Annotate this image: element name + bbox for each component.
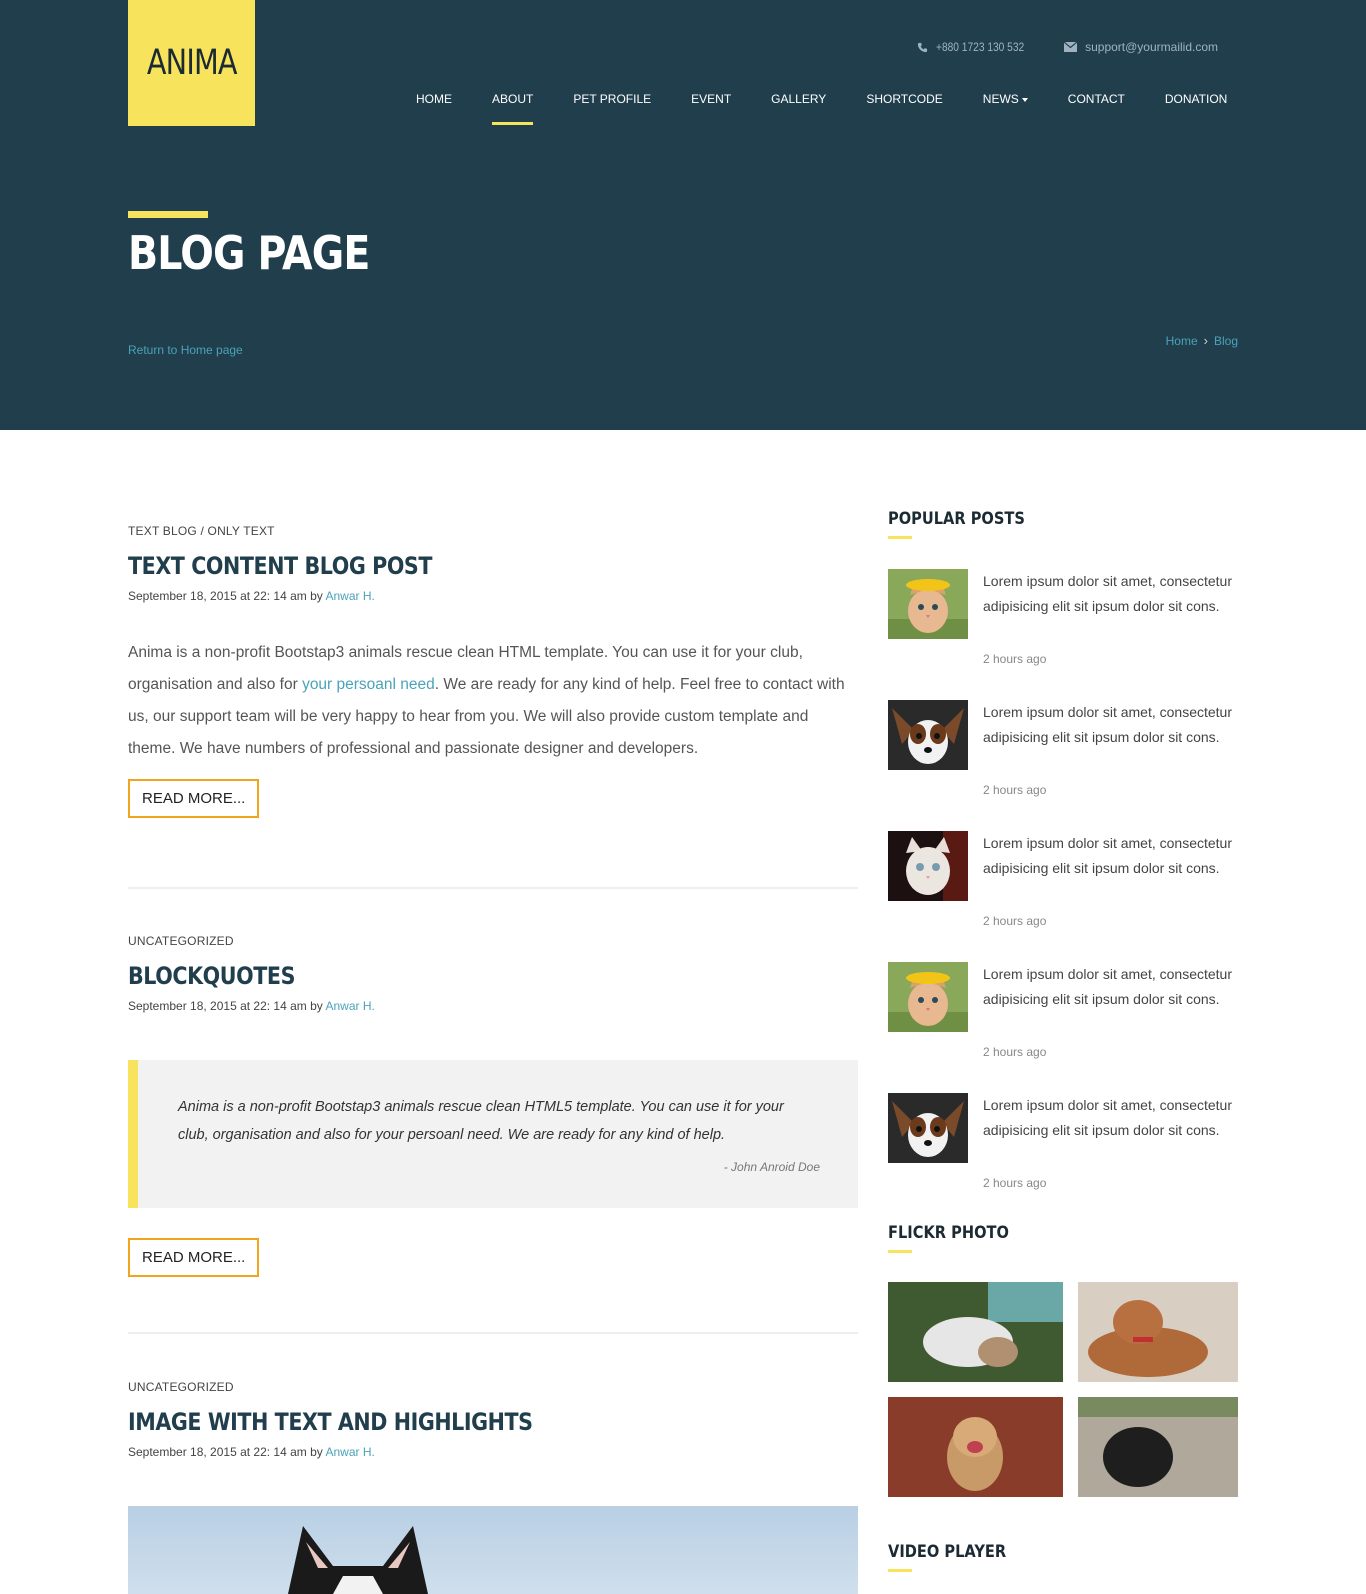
nav-home[interactable]: HOME — [416, 92, 452, 128]
post-featured-image[interactable] — [128, 1506, 858, 1594]
flickr-photo[interactable] — [1078, 1282, 1238, 1382]
popular-post-text[interactable]: Lorem ipsum dolor sit amet, consectetur … — [983, 831, 1233, 881]
post-author[interactable]: Anwar H. — [325, 999, 374, 1013]
popular-post-item[interactable]: Lorem ipsum dolor sit amet, consectetur … — [888, 700, 1233, 810]
breadcrumb-home[interactable]: Home — [1166, 334, 1198, 348]
dog-thumbnail[interactable] — [888, 700, 968, 770]
contact-email[interactable]: support@yourmailid.com — [1064, 40, 1218, 54]
post-author[interactable]: Anwar H. — [325, 1445, 374, 1459]
logo-text: ANIMA — [146, 43, 238, 83]
post-date: September 18, 2015 at 22: 14 am by — [128, 999, 323, 1013]
post-meta: September 18, 2015 at 22: 14 am by Anwar… — [128, 589, 858, 603]
popular-post-time: 2 hours ago — [983, 914, 1047, 928]
popular-post-text[interactable]: Lorem ipsum dolor sit amet, consectetur … — [983, 569, 1233, 619]
popular-post-item[interactable]: Lorem ipsum dolor sit amet, consectetur … — [888, 962, 1233, 1072]
popular-post-item[interactable]: Lorem ipsum dolor sit amet, consectetur … — [888, 831, 1233, 941]
nav-about[interactable]: ABOUT — [492, 92, 534, 128]
post-date: September 18, 2015 at 22: 14 am by — [128, 1445, 323, 1459]
popular-post-time: 2 hours ago — [983, 1045, 1047, 1059]
popular-posts-title: POPULAR POSTS — [888, 509, 1025, 529]
read-more-button[interactable]: READ MORE... — [128, 779, 260, 818]
popular-post-time: 2 hours ago — [983, 652, 1047, 666]
popular-post-text[interactable]: Lorem ipsum dolor sit amet, consectetur … — [983, 700, 1233, 750]
popular-post-text[interactable]: Lorem ipsum dolor sit amet, consectetur … — [983, 962, 1233, 1012]
kitten-thumbnail[interactable] — [888, 962, 968, 1032]
nav-pet-profile[interactable]: PET PROFILE — [573, 92, 651, 128]
email-address: support@yourmailid.com — [1085, 40, 1218, 54]
post-category[interactable]: UNCATEGORIZED — [128, 934, 858, 948]
nav-event[interactable]: EVENT — [691, 92, 731, 128]
main-nav: HOME ABOUT PET PROFILE EVENT GALLERY SHO… — [416, 92, 1227, 128]
caret-down-icon — [1021, 97, 1028, 102]
post-title[interactable]: IMAGE WITH TEXT AND HIGHLIGHTS — [128, 1408, 756, 1436]
post-title[interactable]: BLOCKQUOTES — [128, 962, 756, 990]
popular-post-text[interactable]: Lorem ipsum dolor sit amet, consectetur … — [983, 1093, 1233, 1143]
phone-number: +880 1723 130 532 — [936, 40, 1025, 54]
post-meta: September 18, 2015 at 22: 14 am by Anwar… — [128, 1445, 858, 1459]
blockquote: Anima is a non-profit Bootstap3 animals … — [128, 1060, 858, 1208]
read-more-button[interactable]: READ MORE... — [128, 1238, 260, 1277]
page-header: ANIMA +880 1723 130 532 support@yourmail… — [0, 0, 1366, 430]
post-meta: September 18, 2015 at 22: 14 am by Anwar… — [128, 999, 858, 1013]
contact-phone[interactable]: +880 1723 130 532 — [917, 40, 1040, 54]
popular-post-time: 2 hours ago — [983, 783, 1047, 797]
nav-gallery[interactable]: GALLERY — [771, 92, 826, 128]
return-home-link[interactable]: Return to Home page — [128, 343, 243, 357]
breadcrumb-blog[interactable]: Blog — [1214, 334, 1238, 348]
kitten-thumbnail[interactable] — [888, 569, 968, 639]
popular-post-item[interactable]: Lorem ipsum dolor sit amet, consectetur … — [888, 1093, 1233, 1203]
widget-accent-bar — [888, 1569, 912, 1572]
nav-donation[interactable]: DONATION — [1165, 92, 1227, 128]
post-excerpt: Anima is a non-profit Bootstap3 animals … — [128, 637, 858, 765]
post-title[interactable]: TEXT CONTENT BLOG POST — [128, 552, 756, 580]
nav-contact[interactable]: CONTACT — [1068, 92, 1125, 128]
post-divider — [128, 1332, 858, 1334]
popular-post-time: 2 hours ago — [983, 1176, 1047, 1190]
video-player-title: VIDEO PLAYER — [888, 1542, 1007, 1562]
nav-news[interactable]: NEWS — [983, 92, 1028, 128]
nav-news-label: NEWS — [982, 92, 1019, 106]
widget-accent-bar — [888, 1250, 912, 1253]
post-date: September 18, 2015 at 22: 14 am by — [128, 589, 323, 603]
popular-post-item[interactable]: Lorem ipsum dolor sit amet, consectetur … — [888, 569, 1233, 679]
kitten-thumbnail[interactable] — [888, 831, 968, 901]
page-title: BLOG PAGE — [128, 226, 370, 280]
husky-image — [288, 1526, 428, 1594]
chevron-right-icon: › — [1203, 333, 1208, 348]
post-category[interactable]: TEXT BLOG / ONLY TEXT — [128, 524, 858, 538]
read-more-wrap: READ MORE... — [128, 1238, 260, 1277]
blog-post: UNCATEGORIZED BLOCKQUOTES September 18, … — [128, 934, 858, 1013]
highlight-link[interactable]: your persoanl need — [302, 676, 435, 693]
blog-post: TEXT BLOG / ONLY TEXT TEXT CONTENT BLOG … — [128, 524, 858, 818]
site-logo[interactable]: ANIMA — [128, 0, 255, 126]
widget-accent-bar — [888, 536, 912, 539]
envelope-icon — [1064, 42, 1078, 52]
contact-bar: +880 1723 130 532 support@yourmailid.com — [917, 40, 1218, 54]
blockquote-text: Anima is a non-profit Bootstap3 animals … — [178, 1099, 784, 1143]
flickr-photo[interactable] — [1078, 1397, 1238, 1497]
post-category[interactable]: UNCATEGORIZED — [128, 1380, 858, 1394]
blockquote-author: - John Anroid Doe — [723, 1160, 820, 1174]
nav-shortcode[interactable]: SHORTCODE — [866, 92, 942, 128]
post-divider — [128, 887, 858, 889]
flickr-photo[interactable] — [888, 1282, 1063, 1382]
breadcrumb: Home › Blog — [1166, 333, 1238, 348]
title-accent-bar — [128, 211, 208, 218]
phone-icon — [918, 42, 928, 52]
dog-thumbnail[interactable] — [888, 1093, 968, 1163]
blog-post: UNCATEGORIZED IMAGE WITH TEXT AND HIGHLI… — [128, 1380, 858, 1459]
flickr-photo[interactable] — [888, 1397, 1063, 1497]
post-author[interactable]: Anwar H. — [325, 589, 374, 603]
flickr-photo-title: FLICKR PHOTO — [888, 1223, 1009, 1243]
